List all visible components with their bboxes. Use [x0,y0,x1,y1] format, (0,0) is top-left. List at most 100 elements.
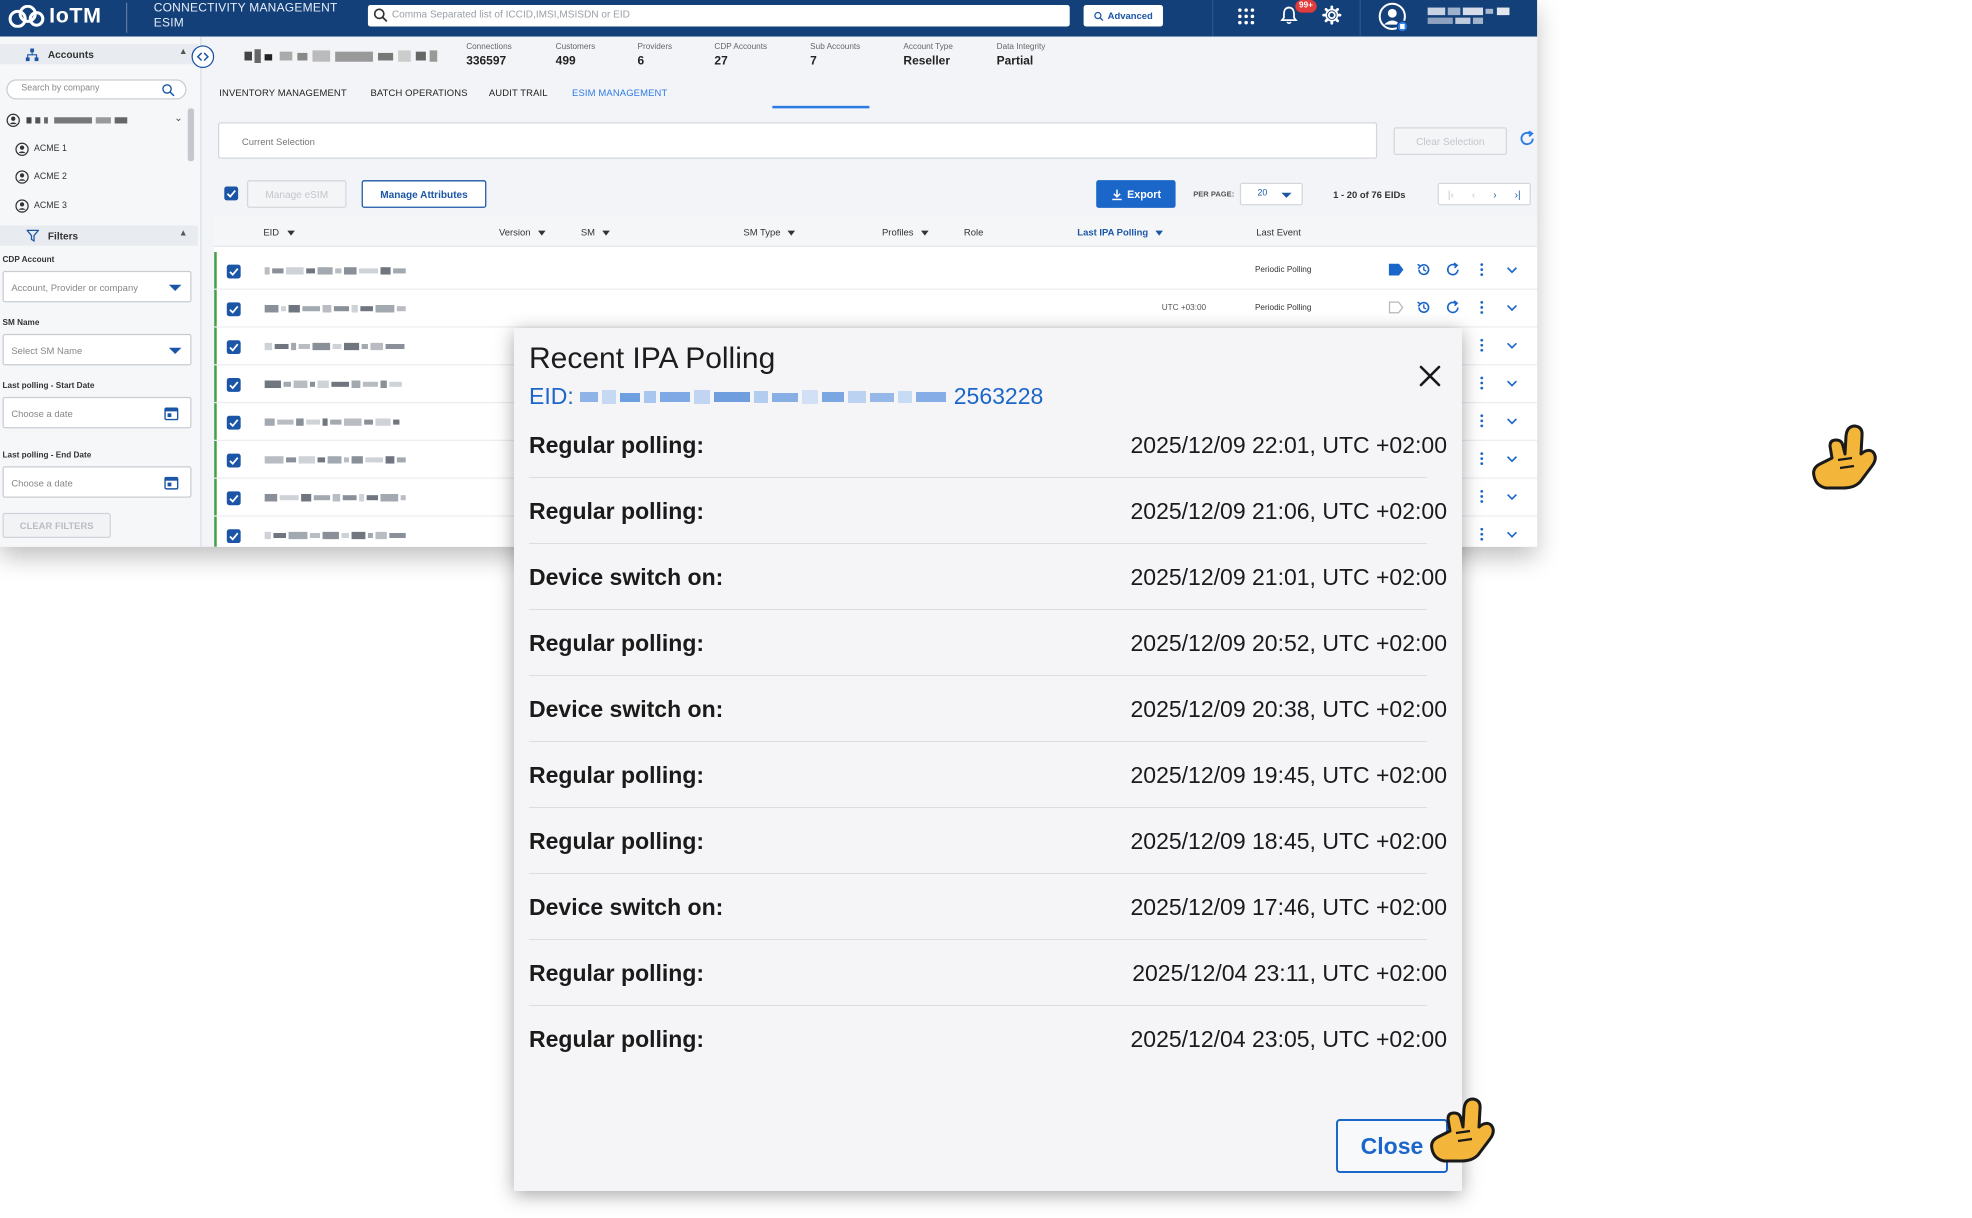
row-checkbox[interactable] [226,453,241,468]
chevron-down-icon[interactable] [1504,338,1519,353]
calendar-icon[interactable] [164,406,179,421]
tag-icon[interactable] [1388,301,1404,314]
column-sm[interactable]: SM [580,226,611,239]
user-avatar-icon[interactable] [1378,2,1409,33]
start-date-picker[interactable]: Choose a date [2,396,192,429]
row-checkbox[interactable] [226,415,241,430]
sort-arrow-icon [602,229,611,235]
cdp-account-label: CDP Account [2,255,55,265]
column-version[interactable]: Version [499,227,546,238]
more-vertical-icon[interactable] [1474,527,1489,542]
account-circle-icon [6,113,20,128]
polling-entry-timestamp: 2025/12/09 21:01, UTC +02:00 [1130,564,1448,590]
account-item-acme-2[interactable]: ACME 2 [15,168,67,186]
row-checkbox[interactable] [226,340,241,355]
chevron-down-icon[interactable] [1504,451,1519,466]
history-icon[interactable] [1416,300,1431,315]
current-selection-field[interactable]: Current Selection [217,122,1378,159]
account-item-acme-1[interactable]: ACME 1 [15,140,67,158]
company-search-placeholder: Search by company [21,84,100,94]
pointing-hand-icon [1430,1097,1495,1163]
redacted-user-name [1427,7,1510,24]
manage-esim-button[interactable]: Manage eSIM [246,180,347,208]
global-search-input[interactable]: Comma Separated list of ICCID,IMSI,MSISD… [367,5,1070,27]
column-eid[interactable]: EID [263,227,295,238]
sidebar-scrollbar[interactable] [187,108,195,162]
more-vertical-icon[interactable] [1474,375,1489,390]
filters-section-header[interactable]: Filters ▲ [0,225,198,246]
row-checkbox[interactable] [226,264,241,279]
clear-selection-button[interactable]: Clear Selection [1393,127,1507,155]
clear-filters-button[interactable]: CLEAR FILTERS [2,512,111,539]
column-label: SM [580,226,596,239]
apps-grid-icon[interactable] [1237,8,1255,26]
polling-entry-timestamp: 2025/12/09 21:06, UTC +02:00 [1130,498,1448,524]
chevron-down-icon[interactable] [1504,413,1519,428]
per-page-select[interactable]: 20 [1239,182,1303,206]
table-row[interactable]: Periodic Polling [214,252,1538,290]
chevron-down-icon[interactable] [1504,527,1519,542]
chevron-down-icon[interactable] [1504,300,1519,315]
more-vertical-icon[interactable] [1474,451,1489,466]
refresh-icon[interactable] [1445,300,1460,315]
more-vertical-icon[interactable] [1474,413,1489,428]
column-sm-type[interactable]: SM Type [743,227,796,238]
account-item-label: ACME 3 [34,200,67,210]
refresh-icon[interactable] [1445,262,1460,277]
accounts-section-header[interactable]: Accounts ▲ [0,44,198,65]
brand-logo[interactable]: IoTM [8,4,102,29]
more-vertical-icon[interactable] [1474,489,1489,504]
row-checkbox[interactable] [226,491,241,506]
account-item-acme-3[interactable]: ACME 3 [15,197,67,215]
root-account-item[interactable]: ⌄ [6,112,183,130]
close-dialog-label: Close [1360,1132,1424,1159]
last-page-icon[interactable]: ›| [1515,188,1521,199]
table-row[interactable]: UTC +03:00 Periodic Polling [214,290,1538,328]
close-icon[interactable] [1418,364,1442,388]
previous-page-icon[interactable]: ‹ [1472,188,1475,199]
column-last-event[interactable]: Last Event [1256,227,1301,238]
first-page-icon[interactable]: |‹ [1448,188,1454,199]
select-all-checkbox[interactable] [224,186,239,201]
sm-name-select[interactable]: Select SM Name [2,333,192,366]
chevron-down-icon[interactable] [1504,262,1519,277]
tab-audit-trail[interactable]: AUDIT TRAIL [489,87,548,98]
redacted-account-title [244,49,438,63]
redacted-eid [264,342,405,351]
tag-icon[interactable] [1388,263,1404,276]
column-profiles[interactable]: Profiles [882,227,929,238]
end-date-placeholder: Choose a date [11,477,73,489]
company-search-input[interactable]: Search by company [6,79,187,100]
refresh-icon[interactable] [1518,130,1536,148]
column-last-ipa-polling[interactable]: Last IPA Polling [1077,227,1164,238]
advanced-search-button[interactable]: Advanced [1083,5,1163,27]
cdp-account-select[interactable]: Account, Provider or company [2,270,192,303]
search-icon [162,84,175,97]
more-vertical-icon[interactable] [1474,262,1489,277]
chevron-down-icon[interactable] [1504,375,1519,390]
column-role[interactable]: Role [964,227,983,238]
more-vertical-icon[interactable] [1474,338,1489,353]
row-checkbox[interactable] [226,302,241,317]
history-icon[interactable] [1416,262,1431,277]
manage-attributes-button[interactable]: Manage Attributes [361,180,487,208]
export-button[interactable]: Export [1096,180,1176,208]
stat-value: 499 [555,54,576,69]
tab-batch-operations[interactable]: BATCH OPERATIONS [370,87,467,98]
next-page-icon[interactable]: › [1493,188,1496,199]
end-date-picker[interactable]: Choose a date [2,466,192,498]
tab-esim-management[interactable]: ESIM MANAGEMENT [572,87,667,98]
calendar-icon[interactable] [164,475,179,490]
settings-gear-icon[interactable] [1322,5,1342,25]
row-checkbox[interactable] [226,378,241,392]
account-stats-strip: Connections 336597 Customers 499 Provide… [202,37,1538,75]
polling-entry-timestamp: 2025/12/04 23:05, UTC +02:00 [1130,1026,1448,1052]
more-vertical-icon[interactable] [1474,300,1489,315]
pagination-range: 1 - 20 of 76 EIDs [1333,189,1406,201]
stat-label: CDP Accounts [714,42,768,52]
row-checkbox[interactable] [226,529,241,544]
chevron-down-icon[interactable] [1504,489,1519,504]
tab-inventory-management[interactable]: INVENTORY MANAGEMENT [219,87,346,98]
account-circle-icon [15,198,29,213]
collapse-sidebar-button[interactable] [191,45,215,69]
